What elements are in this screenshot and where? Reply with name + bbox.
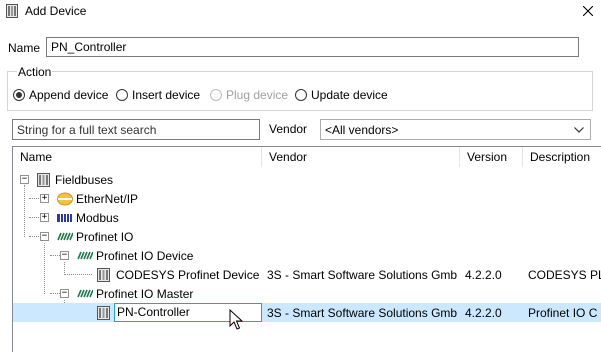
column-header-name[interactable]: Name: [13, 147, 262, 167]
vendor-dropdown[interactable]: <All vendors>: [320, 119, 591, 140]
collapse-icon[interactable]: −: [20, 175, 29, 184]
tree-row-profinet-io-master[interactable]: − Profinet IO Master: [13, 284, 601, 303]
tree-item-label: Profinet IO Master: [96, 287, 194, 301]
modbus-icon: [57, 214, 72, 222]
action-legend: Action: [17, 65, 53, 79]
radio-label: Append device: [29, 88, 109, 102]
tree-row-profinet-io-device[interactable]: − Profinet IO Device: [13, 246, 601, 265]
tree-row-ethernet-ip[interactable]: + EtherNet/IP: [13, 189, 601, 208]
name-input[interactable]: [46, 37, 579, 57]
profinet-icon: [77, 251, 93, 260]
profinet-icon: [77, 289, 93, 298]
plug-device-radio: Plug device: [210, 87, 288, 103]
close-icon: [583, 6, 593, 16]
radio-label: Plug device: [226, 88, 289, 102]
ethernet-ip-icon: [57, 192, 73, 206]
profinet-icon: [57, 232, 73, 241]
vendor-selected-value: <All vendors>: [325, 123, 399, 137]
radio-label: Insert device: [132, 88, 201, 102]
vendor-cell: 3S - Smart Software Solutions GmbH: [267, 306, 457, 320]
device-tree[interactable]: Name Vendor Version Description − Fieldb…: [12, 146, 601, 352]
fieldbus-icon: [37, 173, 50, 187]
column-header-description[interactable]: Description: [523, 147, 601, 167]
collapse-icon[interactable]: −: [60, 289, 69, 298]
radio-dot: [295, 89, 307, 101]
search-input[interactable]: [12, 119, 260, 140]
radio-label: Update device: [311, 88, 388, 102]
close-button[interactable]: [575, 0, 601, 23]
tree-row-fieldbuses[interactable]: − Fieldbuses: [13, 170, 601, 189]
tree-item-label: PN-Controller: [114, 303, 262, 322]
version-cell: 4.2.2.0: [465, 306, 502, 320]
tree-item-label: Profinet IO: [76, 230, 134, 244]
tree-item-label: Fieldbuses: [55, 173, 114, 187]
device-icon: [97, 268, 110, 282]
radio-dot: [210, 89, 222, 101]
window-title: Add Device: [25, 4, 87, 18]
add-device-dialog: Add Device Name Action Append device Ins…: [0, 0, 601, 352]
title-bar[interactable]: Add Device: [0, 0, 601, 23]
tree-row-pn-controller[interactable]: PN-Controller 3S - Smart Software Soluti…: [13, 303, 601, 322]
tree-row-modbus[interactable]: + Modbus: [13, 208, 601, 227]
chevron-down-icon: [574, 127, 584, 133]
expand-icon[interactable]: +: [40, 213, 49, 222]
update-device-radio[interactable]: Update device: [295, 87, 388, 103]
column-header: Name Vendor Version Description: [13, 147, 601, 167]
radio-dot: [116, 89, 128, 101]
collapse-icon[interactable]: −: [40, 232, 49, 241]
tree-item-label: EtherNet/IP: [76, 192, 139, 206]
tree-item-label: CODESYS Profinet Device: [116, 268, 260, 282]
append-device-radio[interactable]: Append device: [13, 87, 108, 103]
vendor-label: Vendor: [269, 122, 308, 136]
vendor-cell: 3S - Smart Software Solutions GmbH: [267, 268, 457, 282]
device-icon: [6, 4, 18, 18]
name-label: Name: [8, 41, 41, 55]
tree-row-profinet-io[interactable]: − Profinet IO: [13, 227, 601, 246]
description-cell: CODESYS PLC: [528, 268, 601, 282]
version-cell: 4.2.2.0: [465, 268, 502, 282]
column-header-vendor[interactable]: Vendor: [262, 147, 460, 167]
description-cell: Profinet IO C: [528, 306, 598, 320]
tree-item-label: Modbus: [76, 211, 119, 225]
tree-item-label: Profinet IO Device: [96, 249, 194, 263]
tree-row-codesys-profinet-device[interactable]: CODESYS Profinet Device 3S - Smart Softw…: [13, 265, 601, 284]
expand-icon[interactable]: +: [40, 194, 49, 203]
column-header-version[interactable]: Version: [460, 147, 523, 167]
radio-dot: [13, 89, 25, 101]
insert-device-radio[interactable]: Insert device: [116, 87, 200, 103]
device-icon: [97, 306, 110, 320]
collapse-icon[interactable]: −: [60, 251, 69, 260]
